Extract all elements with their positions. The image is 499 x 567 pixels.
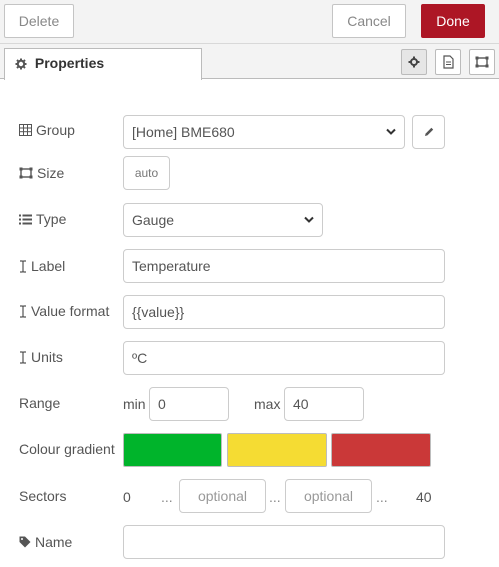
label-label-row: Label	[19, 257, 65, 275]
tag-icon	[19, 536, 31, 548]
text-cursor-icon	[20, 304, 26, 318]
chevron-down-icon	[304, 216, 314, 223]
range-label-row: Range	[19, 394, 60, 412]
label-label: Label	[31, 258, 66, 274]
colour-gradient-label-row: Colour gradient	[19, 440, 115, 458]
tab-properties[interactable]: Properties	[4, 48, 202, 80]
range-min-input[interactable]: 0	[149, 387, 229, 421]
name-label: Name	[35, 534, 73, 550]
sectors-separator-3: ...	[376, 489, 388, 505]
sector-2-input[interactable]: optional	[285, 479, 372, 513]
text-cursor-icon	[20, 350, 26, 364]
list-icon	[19, 214, 32, 224]
range-label: Range	[19, 395, 61, 411]
name-label-row: Name	[19, 533, 72, 551]
size-label-row: Size	[19, 164, 64, 182]
cancel-button[interactable]: Cancel	[332, 4, 406, 38]
resize-icon	[19, 167, 33, 179]
size-label: Size	[37, 165, 65, 181]
pencil-icon	[424, 127, 433, 136]
gear-icon	[15, 58, 27, 70]
colour-swatch-mid[interactable]	[227, 433, 327, 467]
gear-icon	[408, 56, 420, 68]
name-input[interactable]	[123, 525, 445, 559]
group-select-value: [Home] BME680	[132, 124, 235, 140]
range-min-label: min	[123, 396, 146, 412]
sectors-separator-2: ...	[269, 489, 281, 505]
tab-bar: Properties	[0, 44, 499, 80]
sectors-end-value: 40	[416, 489, 432, 505]
tab-properties-label: Properties	[34, 55, 105, 71]
colour-gradient-label: Colour gradient	[19, 441, 115, 457]
colour-swatch-high[interactable]	[331, 433, 431, 467]
group-label: Group	[36, 122, 75, 138]
sectors-separator-1: ...	[161, 489, 173, 505]
description-tab-button[interactable]	[435, 49, 461, 75]
editor-toolbar: Delete Cancel Done	[0, 0, 499, 44]
type-select-value: Gauge	[132, 212, 175, 228]
type-select[interactable]: Gauge	[123, 203, 323, 237]
done-button[interactable]: Done	[421, 4, 485, 38]
edit-group-button[interactable]	[412, 115, 445, 149]
frame-icon	[475, 56, 489, 68]
value-format-input[interactable]: {{value}}	[123, 295, 445, 329]
appearance-tab-button[interactable]	[469, 49, 495, 75]
group-select[interactable]: [Home] BME680	[123, 115, 405, 149]
label-input[interactable]: Temperature	[123, 249, 445, 283]
group-label-row: Group	[19, 121, 75, 139]
settings-tab-button[interactable]	[401, 49, 427, 75]
sectors-start-value: 0	[123, 489, 131, 505]
size-button[interactable]: auto	[123, 156, 170, 190]
delete-button[interactable]: Delete	[4, 4, 74, 38]
sector-1-input[interactable]: optional	[179, 479, 266, 513]
range-max-input[interactable]: 40	[284, 387, 364, 421]
text-cursor-icon	[20, 259, 26, 273]
sectors-label-row: Sectors	[19, 487, 66, 505]
units-input[interactable]: ºC	[123, 341, 445, 375]
chevron-down-icon	[386, 128, 396, 135]
type-label: Type	[36, 211, 67, 227]
units-label-row: Units	[19, 348, 63, 366]
table-icon	[19, 124, 32, 136]
range-max-label: max	[254, 396, 281, 412]
units-label: Units	[31, 349, 63, 365]
type-label-row: Type	[19, 210, 66, 228]
value-format-label: Value format	[31, 303, 110, 319]
document-icon	[442, 55, 454, 69]
colour-swatch-low[interactable]	[123, 433, 222, 467]
value-format-label-row: Value format	[19, 302, 109, 320]
sectors-label: Sectors	[19, 488, 67, 504]
